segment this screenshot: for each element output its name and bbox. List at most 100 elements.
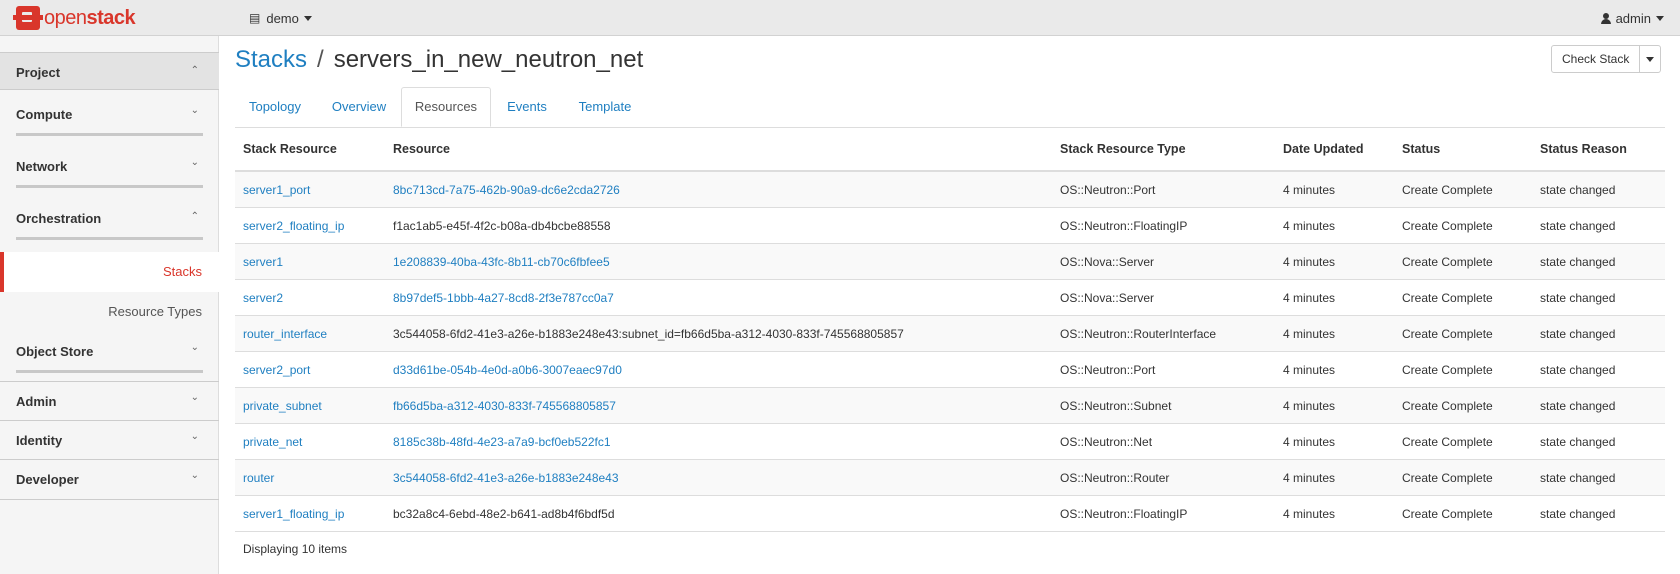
resource-id: 3c544058-6fd2-41e3-a26e-b1883e248e43:sub…	[385, 315, 1052, 352]
column-header-stack-resource[interactable]: Stack Resource	[235, 128, 385, 172]
resource-type: OS::Neutron::Router	[1052, 459, 1275, 496]
date-updated: 4 minutes	[1275, 459, 1394, 496]
table-row: server2_port d33d61be-054b-4e0d-a0b6-300…	[235, 351, 1665, 388]
resource-type: OS::Nova::Server	[1052, 243, 1275, 280]
date-updated: 4 minutes	[1275, 495, 1394, 532]
table-row: server2_floating_ip f1ac1ab5-e45f-4f2c-b…	[235, 207, 1665, 244]
status: Create Complete	[1394, 279, 1532, 316]
table-header-row: Stack Resource Resource Stack Resource T…	[235, 128, 1665, 172]
actions-dropdown-toggle[interactable]	[1640, 46, 1660, 72]
column-header-date-updated[interactable]: Date Updated	[1275, 128, 1394, 172]
resource-id-link[interactable]: 8bc713cd-7a75-462b-90a9-dc6e2cda2726	[393, 183, 620, 197]
stack-resource-link[interactable]: server2_port	[243, 363, 310, 377]
sidebar-group-orchestration[interactable]: Orchestration ⌃	[0, 200, 219, 240]
folder-icon: ▤	[249, 11, 261, 25]
sidebar-group-compute[interactable]: Compute ⌄	[0, 96, 219, 136]
sidebar-group-network[interactable]: Network ⌄	[0, 148, 219, 188]
sidebar-group-label: Compute	[16, 107, 73, 122]
openstack-logo[interactable]: openstack	[13, 5, 136, 31]
divider	[16, 370, 203, 373]
user-name: admin	[1615, 10, 1651, 26]
sidebar-group-label: Object Store	[16, 344, 94, 359]
table-row: private_net 8185c38b-48fd-4e23-a7a9-bcf0…	[235, 423, 1665, 460]
sidebar-group-object-store[interactable]: Object Store ⌄	[0, 333, 219, 373]
tab-topology[interactable]: Topology	[235, 87, 315, 127]
resource-type: OS::Neutron::Port	[1052, 351, 1275, 388]
stack-resource-link[interactable]: server2	[243, 291, 283, 305]
brand-text-part1: open	[44, 6, 87, 29]
stack-resource-link[interactable]: server1_floating_ip	[243, 507, 344, 521]
top-navbar: openstack ▤ demo admin	[0, 0, 1680, 36]
check-stack-button[interactable]: Check Stack	[1552, 46, 1641, 72]
date-updated: 4 minutes	[1275, 243, 1394, 280]
resource-id-link[interactable]: fb66d5ba-a312-4030-833f-745568805857	[393, 399, 616, 413]
status: Create Complete	[1394, 423, 1532, 460]
status-reason: state changed	[1532, 207, 1665, 244]
date-updated: 4 minutes	[1275, 170, 1394, 208]
status: Create Complete	[1394, 351, 1532, 388]
user-menu[interactable]: admin	[1600, 0, 1664, 36]
column-header-resource[interactable]: Resource	[385, 128, 1052, 172]
page-title: Stacks / servers_in_new_neutron_net	[235, 46, 643, 74]
sidebar-group-developer[interactable]: Developer ⌄	[0, 460, 219, 500]
resource-id-link[interactable]: 8185c38b-48fd-4e23-a7a9-bcf0eb522fc1	[393, 435, 611, 449]
sidebar-group-identity[interactable]: Identity ⌄	[0, 421, 219, 460]
resource-id-link[interactable]: 8b97def5-1bbb-4a27-8cd8-2f3e787cc0a7	[393, 291, 614, 305]
date-updated: 4 minutes	[1275, 207, 1394, 244]
brand-text-part2: stack	[86, 6, 136, 29]
stack-resource-link[interactable]: server1_port	[243, 183, 310, 197]
status-reason: state changed	[1532, 170, 1665, 208]
resource-id-link[interactable]: 3c544058-6fd2-41e3-a26e-b1883e248e43	[393, 471, 619, 485]
table-row: router_interface 3c544058-6fd2-41e3-a26e…	[235, 315, 1665, 352]
project-picker[interactable]: ▤ demo	[249, 0, 312, 36]
resource-type: OS::Neutron::RouterInterface	[1052, 315, 1275, 352]
column-header-type[interactable]: Stack Resource Type	[1052, 128, 1275, 172]
status: Create Complete	[1394, 459, 1532, 496]
tab-overview[interactable]: Overview	[315, 87, 403, 127]
resource-id-link[interactable]: 1e208839-40ba-43fc-8b11-cb70c6fbfee5	[393, 255, 610, 269]
resource-id-link[interactable]: d33d61be-054b-4e0d-a0b6-3007eaec97d0	[393, 363, 622, 377]
stack-resource-link[interactable]: server1	[243, 255, 283, 269]
stack-resource-link[interactable]: server2_floating_ip	[243, 219, 344, 233]
openstack-logo-icon	[13, 6, 43, 30]
divider	[16, 133, 203, 136]
sidebar-group-project[interactable]: Project ⌃	[0, 52, 219, 90]
stack-resource-link[interactable]: private_subnet	[243, 399, 322, 413]
status: Create Complete	[1394, 243, 1532, 280]
brand-text: openstack	[44, 6, 136, 30]
table-footer-count: Displaying 10 items	[235, 531, 1665, 566]
status: Create Complete	[1394, 207, 1532, 244]
caret-down-icon	[1656, 15, 1664, 21]
breadcrumb-separator: /	[317, 46, 324, 73]
chevron-down-icon: ⌄	[190, 157, 199, 168]
stack-resource-link[interactable]: router	[243, 471, 274, 485]
chevron-down-icon: ⌄	[190, 392, 199, 403]
status-reason: state changed	[1532, 351, 1665, 388]
stack-resource-link[interactable]: router_interface	[243, 327, 327, 341]
tab-template[interactable]: Template	[563, 87, 647, 127]
sidebar-item-resource-types[interactable]: Resource Types	[0, 294, 219, 330]
check-stack-button-group: Check Stack	[1551, 45, 1662, 73]
sidebar-group-label: Identity	[16, 433, 63, 448]
stack-name: servers_in_new_neutron_net	[333, 46, 644, 73]
tab-resources[interactable]: Resources	[401, 87, 491, 127]
sidebar-item-label: Resource Types	[108, 304, 202, 319]
tab-events[interactable]: Events	[491, 87, 563, 127]
column-header-status[interactable]: Status	[1394, 128, 1532, 172]
status: Create Complete	[1394, 387, 1532, 424]
table-row: server1 1e208839-40ba-43fc-8b11-cb70c6fb…	[235, 243, 1665, 280]
tab-bar: Topology Overview Resources Events Templ…	[235, 87, 1665, 128]
chevron-down-icon: ⌄	[190, 342, 199, 353]
date-updated: 4 minutes	[1275, 315, 1394, 352]
caret-down-icon	[303, 15, 312, 21]
date-updated: 4 minutes	[1275, 387, 1394, 424]
column-header-status-reason[interactable]: Status Reason	[1532, 128, 1665, 172]
divider	[16, 185, 203, 188]
stack-resource-link[interactable]: private_net	[243, 435, 302, 449]
chevron-down-icon: ⌄	[190, 431, 199, 442]
breadcrumb-stacks-link[interactable]: Stacks	[235, 46, 307, 73]
sidebar-group-admin[interactable]: Admin ⌄	[0, 381, 219, 421]
resource-type: OS::Neutron::Net	[1052, 423, 1275, 460]
sidebar-item-stacks[interactable]: Stacks	[0, 252, 219, 292]
table-row: server2 8b97def5-1bbb-4a27-8cd8-2f3e787c…	[235, 279, 1665, 316]
